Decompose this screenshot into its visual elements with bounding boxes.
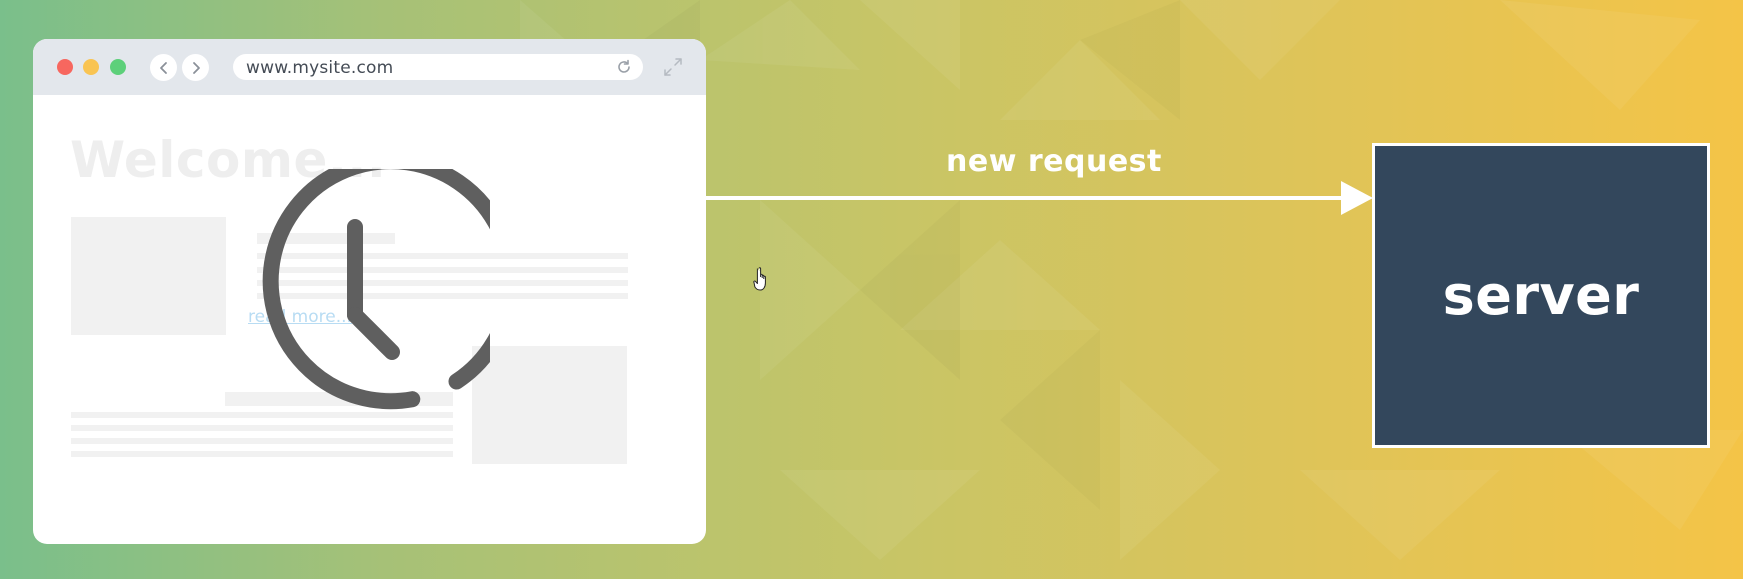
- browser-window: www.mysite.com Welcome... read more...: [33, 39, 706, 544]
- server-label: server: [1442, 264, 1640, 327]
- back-button[interactable]: [150, 54, 177, 81]
- back-icon: [159, 61, 167, 74]
- browser-titlebar: www.mysite.com: [33, 39, 706, 95]
- server-box: server: [1372, 143, 1710, 448]
- text-line: [71, 438, 453, 444]
- image-placeholder: [71, 217, 226, 335]
- arrow-label: new request: [946, 144, 1162, 179]
- address-bar[interactable]: www.mysite.com: [233, 54, 643, 80]
- expand-icon[interactable]: [663, 57, 683, 77]
- reload-icon[interactable]: [615, 58, 633, 76]
- close-dot[interactable]: [57, 59, 73, 75]
- url-text: www.mysite.com: [246, 58, 394, 78]
- forward-button[interactable]: [182, 54, 209, 81]
- hand-cursor-icon: [753, 267, 766, 291]
- request-arrow: [705, 181, 1373, 215]
- minimize-dot[interactable]: [83, 59, 99, 75]
- maximize-dot[interactable]: [110, 59, 126, 75]
- clock-icon: [262, 169, 490, 410]
- image-placeholder: [472, 346, 627, 464]
- forward-icon: [192, 61, 200, 74]
- text-line: [71, 451, 453, 457]
